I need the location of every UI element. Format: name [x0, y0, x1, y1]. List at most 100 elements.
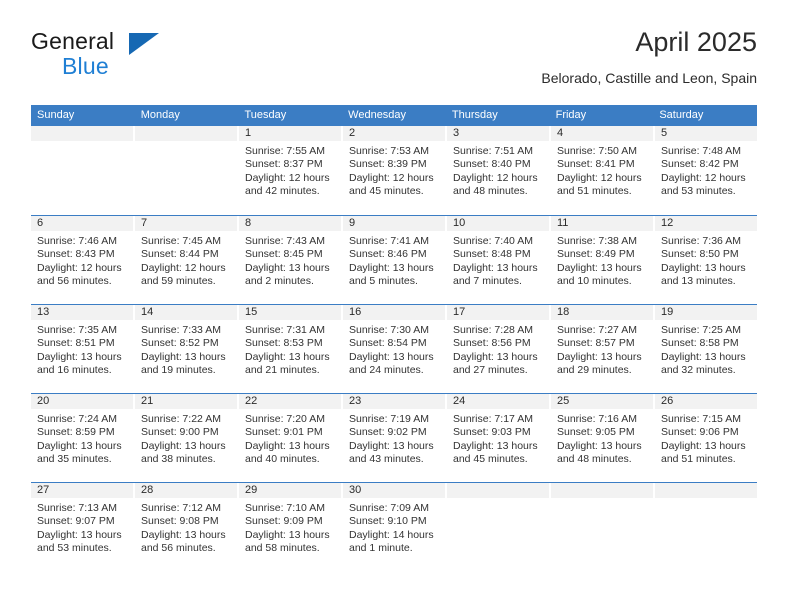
- sunset-text: Sunset: 8:56 PM: [453, 337, 531, 350]
- calendar-day-cell[interactable]: 15 Sunrise: 7:31 AM Sunset: 8:53 PM Dayligh…: [239, 305, 343, 393]
- logo-triangle-icon: [129, 33, 159, 55]
- day-sun-info: Sunrise: 7:13 AM Sunset: 9:07 PM Daylight:…: [31, 498, 133, 556]
- sunrise-text: Sunrise: 7:31 AM: [245, 324, 325, 336]
- calendar-weeks: 1 Sunrise: 7:55 AM Sunset: 8:37 PM Daylight…: [31, 126, 757, 571]
- day-number: 20: [31, 394, 133, 409]
- daylight-text: Daylight: 13 hours and 58 minutes.: [245, 528, 330, 555]
- calendar-day-cell[interactable]: 17 Sunrise: 7:28 AM Sunset: 8:56 PM Dayligh…: [447, 305, 551, 393]
- calendar-day-cell[interactable]: 14 Sunrise: 7:33 AM Sunset: 8:52 PM Dayligh…: [135, 305, 239, 393]
- daylight-text: Daylight: 12 hours and 56 minutes.: [37, 261, 122, 288]
- day-number: 30: [343, 483, 445, 498]
- calendar-day-cell[interactable]: 1 Sunrise: 7:55 AM Sunset: 8:37 PM Daylight…: [239, 126, 343, 215]
- daylight-text: Daylight: 13 hours and 13 minutes.: [661, 261, 746, 288]
- day-number: [551, 483, 653, 498]
- calendar-day-cell[interactable]: 12 Sunrise: 7:36 AM Sunset: 8:50 PM Dayligh…: [655, 216, 757, 304]
- sunset-text: Sunset: 8:41 PM: [557, 158, 635, 171]
- sunrise-text: Sunrise: 7:25 AM: [661, 324, 741, 336]
- calendar-day-cell[interactable]: 6 Sunrise: 7:46 AM Sunset: 8:43 PM Daylight…: [31, 216, 135, 304]
- weekday-header-thursday: Thursday: [451, 109, 498, 121]
- weekday-header-row: Sunday Monday Tuesday Wednesday Thursday Frid…: [31, 105, 757, 126]
- calendar-day-cell[interactable]: 29 Sunrise: 7:10 AM Sunset: 9:09 PM Dayligh…: [239, 483, 343, 571]
- day-number: 14: [135, 305, 237, 320]
- calendar-day-cell-empty: [655, 483, 757, 571]
- sunset-text: Sunset: 8:50 PM: [661, 248, 739, 261]
- sunrise-text: Sunrise: 7:12 AM: [141, 502, 221, 514]
- day-number: 29: [239, 483, 341, 498]
- logo-text-blue: Blue: [62, 53, 109, 79]
- calendar-day-cell[interactable]: 19 Sunrise: 7:25 AM Sunset: 8:58 PM Dayligh…: [655, 305, 757, 393]
- weekday-header-tuesday: Tuesday: [244, 109, 287, 121]
- calendar-day-cell[interactable]: 5 Sunrise: 7:48 AM Sunset: 8:42 PM Daylight…: [655, 126, 757, 215]
- calendar-day-cell[interactable]: 24 Sunrise: 7:17 AM Sunset: 9:03 PM Dayligh…: [447, 394, 551, 482]
- daylight-text: Daylight: 12 hours and 42 minutes.: [245, 171, 330, 198]
- logo-text-general: General: [31, 28, 115, 54]
- calendar-day-cell[interactable]: 2 Sunrise: 7:53 AM Sunset: 8:39 PM Daylight…: [343, 126, 447, 215]
- calendar-week-row: 27 Sunrise: 7:13 AM Sunset: 9:07 PM Dayligh…: [31, 482, 757, 571]
- calendar-day-cell[interactable]: 10 Sunrise: 7:40 AM Sunset: 8:48 PM Dayligh…: [447, 216, 551, 304]
- day-sun-info: Sunrise: 7:48 AM Sunset: 8:42 PM Daylight:…: [655, 141, 757, 199]
- sunset-text: Sunset: 8:49 PM: [557, 248, 635, 261]
- calendar-day-cell[interactable]: 16 Sunrise: 7:30 AM Sunset: 8:54 PM Dayligh…: [343, 305, 447, 393]
- sunrise-text: Sunrise: 7:38 AM: [557, 235, 637, 247]
- calendar-page: General Blue April 2025 Belorado, Castil…: [0, 0, 792, 612]
- sunset-text: Sunset: 9:00 PM: [141, 426, 219, 439]
- generalblue-logo[interactable]: General Blue: [31, 26, 291, 82]
- day-number: 5: [655, 126, 757, 141]
- calendar-day-cell[interactable]: 23 Sunrise: 7:19 AM Sunset: 9:02 PM Dayligh…: [343, 394, 447, 482]
- calendar-day-cell[interactable]: 11 Sunrise: 7:38 AM Sunset: 8:49 PM Dayligh…: [551, 216, 655, 304]
- sunset-text: Sunset: 8:46 PM: [349, 248, 427, 261]
- sunrise-text: Sunrise: 7:55 AM: [245, 145, 325, 157]
- sunrise-text: Sunrise: 7:17 AM: [453, 413, 533, 425]
- day-number: 7: [135, 216, 237, 231]
- sunrise-text: Sunrise: 7:13 AM: [37, 502, 117, 514]
- day-sun-info: Sunrise: 7:28 AM Sunset: 8:56 PM Daylight:…: [447, 320, 549, 378]
- day-sun-info: Sunrise: 7:09 AM Sunset: 9:10 PM Daylight:…: [343, 498, 445, 556]
- sunset-text: Sunset: 9:08 PM: [141, 515, 219, 528]
- daylight-text: Daylight: 13 hours and 38 minutes.: [141, 439, 226, 466]
- calendar-day-cell[interactable]: 25 Sunrise: 7:16 AM Sunset: 9:05 PM Dayligh…: [551, 394, 655, 482]
- calendar-day-cell[interactable]: 8 Sunrise: 7:43 AM Sunset: 8:45 PM Daylight…: [239, 216, 343, 304]
- calendar-day-cell[interactable]: 30 Sunrise: 7:09 AM Sunset: 9:10 PM Dayligh…: [343, 483, 447, 571]
- sunrise-text: Sunrise: 7:24 AM: [37, 413, 117, 425]
- day-number: 4: [551, 126, 653, 141]
- calendar-day-cell[interactable]: 27 Sunrise: 7:13 AM Sunset: 9:07 PM Dayligh…: [31, 483, 135, 571]
- calendar-day-cell[interactable]: 3 Sunrise: 7:51 AM Sunset: 8:40 PM Daylight…: [447, 126, 551, 215]
- day-sun-info: Sunrise: 7:33 AM Sunset: 8:52 PM Daylight:…: [135, 320, 237, 378]
- day-number: 11: [551, 216, 653, 231]
- sunrise-text: Sunrise: 7:22 AM: [141, 413, 221, 425]
- day-number: 25: [551, 394, 653, 409]
- daylight-text: Daylight: 13 hours and 19 minutes.: [141, 350, 226, 377]
- calendar-day-cell[interactable]: 21 Sunrise: 7:22 AM Sunset: 9:00 PM Dayligh…: [135, 394, 239, 482]
- day-number: 16: [343, 305, 445, 320]
- daylight-text: Daylight: 13 hours and 40 minutes.: [245, 439, 330, 466]
- calendar-day-cell[interactable]: 20 Sunrise: 7:24 AM Sunset: 8:59 PM Dayligh…: [31, 394, 135, 482]
- daylight-text: Daylight: 14 hours and 1 minute.: [349, 528, 434, 555]
- calendar-day-cell[interactable]: 9 Sunrise: 7:41 AM Sunset: 8:46 PM Daylight…: [343, 216, 447, 304]
- daylight-text: Daylight: 12 hours and 53 minutes.: [661, 171, 746, 198]
- calendar-day-cell[interactable]: 18 Sunrise: 7:27 AM Sunset: 8:57 PM Dayligh…: [551, 305, 655, 393]
- calendar-day-cell-empty: [551, 483, 655, 571]
- day-sun-info: Sunrise: 7:50 AM Sunset: 8:41 PM Daylight:…: [551, 141, 653, 199]
- sunrise-text: Sunrise: 7:15 AM: [661, 413, 741, 425]
- location-subtitle: Belorado, Castille and Leon, Spain: [541, 70, 757, 86]
- weekday-header-friday: Friday: [555, 109, 587, 121]
- sunset-text: Sunset: 9:06 PM: [661, 426, 739, 439]
- calendar-day-cell[interactable]: 13 Sunrise: 7:35 AM Sunset: 8:51 PM Dayligh…: [31, 305, 135, 393]
- calendar-day-cell[interactable]: 28 Sunrise: 7:12 AM Sunset: 9:08 PM Dayligh…: [135, 483, 239, 571]
- daylight-text: Daylight: 13 hours and 48 minutes.: [557, 439, 642, 466]
- calendar-day-cell[interactable]: 7 Sunrise: 7:45 AM Sunset: 8:44 PM Daylight…: [135, 216, 239, 304]
- sunrise-text: Sunrise: 7:43 AM: [245, 235, 325, 247]
- calendar-day-cell[interactable]: 22 Sunrise: 7:20 AM Sunset: 9:01 PM Dayligh…: [239, 394, 343, 482]
- day-number: 13: [31, 305, 133, 320]
- day-number: 3: [447, 126, 549, 141]
- calendar-day-cell[interactable]: 4 Sunrise: 7:50 AM Sunset: 8:41 PM Daylight…: [551, 126, 655, 215]
- sunset-text: Sunset: 8:58 PM: [661, 337, 739, 350]
- day-number: 21: [135, 394, 237, 409]
- calendar-day-cell[interactable]: 26 Sunrise: 7:15 AM Sunset: 9:06 PM Dayligh…: [655, 394, 757, 482]
- daylight-text: Daylight: 13 hours and 10 minutes.: [557, 261, 642, 288]
- day-sun-info: Sunrise: 7:10 AM Sunset: 9:09 PM Daylight:…: [239, 498, 341, 556]
- day-sun-info: Sunrise: 7:27 AM Sunset: 8:57 PM Daylight:…: [551, 320, 653, 378]
- daylight-text: Daylight: 13 hours and 56 minutes.: [141, 528, 226, 555]
- sunrise-text: Sunrise: 7:10 AM: [245, 502, 325, 514]
- sunrise-text: Sunrise: 7:40 AM: [453, 235, 533, 247]
